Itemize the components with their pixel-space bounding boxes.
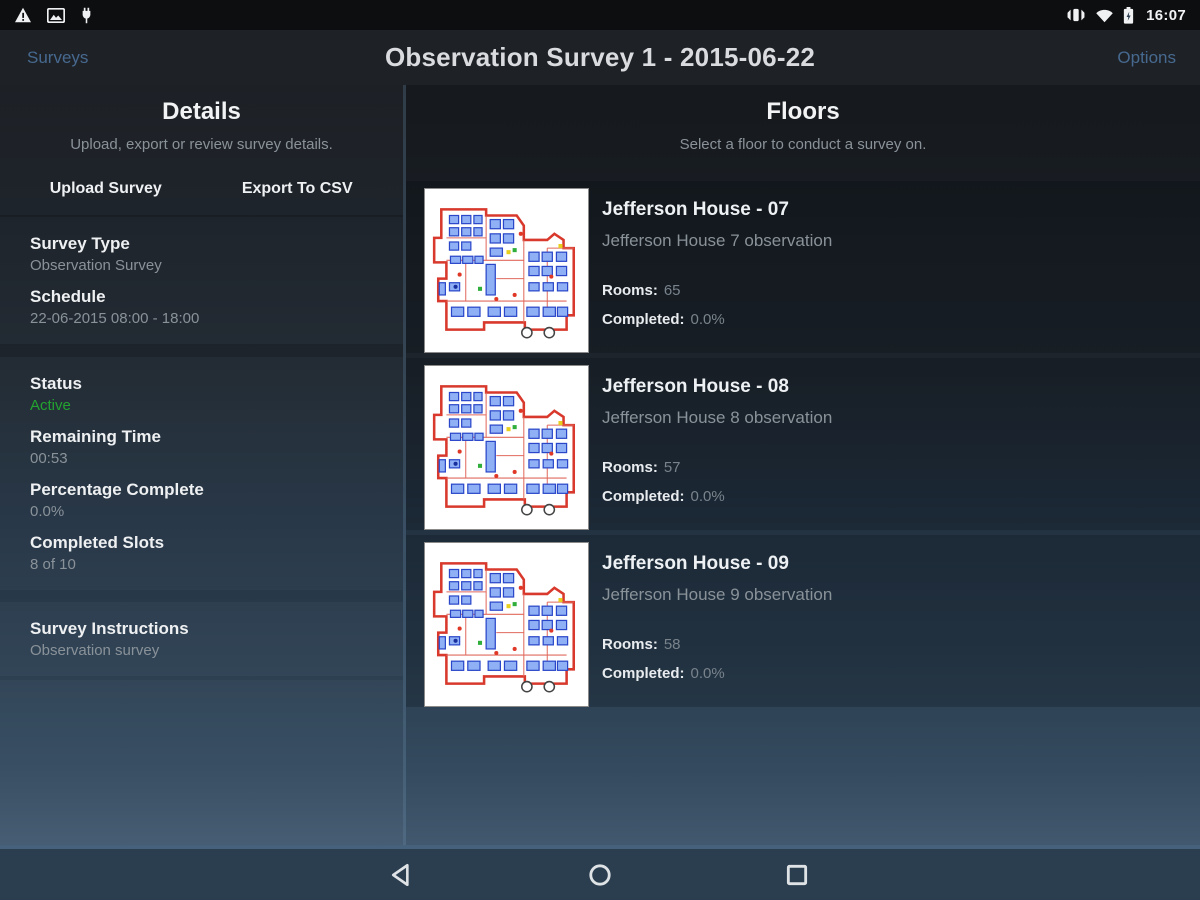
status-bar-system: 16:07 [1066, 6, 1186, 24]
details-button-row: Upload Survey Export To CSV [10, 180, 393, 198]
survey-instructions-section: Survey Instructions Observation survey [0, 602, 403, 676]
status-bar-notifications [14, 7, 93, 24]
android-nav-bar [0, 845, 1200, 900]
floor-completed-stat: Completed: 0.0% [602, 665, 832, 682]
survey-type-field: Survey Type Observation Survey [30, 232, 373, 276]
image-icon [47, 7, 65, 23]
floors-subtitle: Select a floor to conduct a survey on. [679, 136, 927, 153]
floors-panel: Floors Select a floor to conduct a surve… [406, 85, 1200, 845]
completed-label: Completed: [602, 311, 685, 328]
floor-list: Jefferson House - 07 Jefferson House 7 o… [406, 181, 1200, 712]
floor-row-jefferson-09[interactable]: Jefferson House - 09 Jefferson House 9 o… [406, 535, 1200, 707]
percentage-complete-field: Percentage Complete 0.0% [30, 478, 373, 522]
floor-title: Jefferson House - 08 [602, 376, 789, 397]
details-empty-section [0, 680, 403, 845]
page-title: Observation Survey 1 - 2015-06-22 [384, 42, 816, 72]
home-icon[interactable] [587, 862, 613, 888]
completed-slots-field: Completed Slots 8 of 10 [30, 531, 373, 575]
floor-subtitle: Jefferson House 9 observation [602, 585, 833, 604]
floorplan-thumbnail [424, 542, 589, 707]
back-icon[interactable] [390, 862, 416, 888]
completed-value: 0.0% [690, 311, 725, 328]
floor-row-text: Jefferson House - 07 Jefferson House 7 o… [602, 188, 832, 353]
percentage-complete-label: Percentage Complete [30, 480, 204, 499]
remaining-time-label: Remaining Time [30, 427, 161, 446]
completed-slots-value: 8 of 10 [30, 556, 76, 573]
completed-value: 0.0% [690, 665, 725, 682]
floor-title: Jefferson House - 07 [602, 199, 789, 220]
floor-rooms-stat: Rooms: 57 [602, 459, 832, 476]
survey-type-value: Observation Survey [30, 257, 162, 274]
surveys-back-link[interactable]: Surveys [27, 48, 88, 68]
floor-row-jefferson-08[interactable]: Jefferson House - 08 Jefferson House 8 o… [406, 358, 1200, 530]
details-title: Details [162, 98, 241, 125]
status-label: Status [30, 374, 82, 393]
export-to-csv-button[interactable]: Export To CSV [202, 180, 394, 198]
rooms-value: 65 [663, 282, 681, 299]
completed-label: Completed: [602, 665, 685, 682]
floor-row-text: Jefferson House - 08 Jefferson House 8 o… [602, 365, 832, 530]
status-value-badge: Active [30, 397, 71, 414]
upload-survey-button[interactable]: Upload Survey [10, 180, 202, 198]
percentage-complete-value: 0.0% [30, 503, 65, 520]
floor-completed-stat: Completed: 0.0% [602, 488, 832, 505]
rooms-label: Rooms: [602, 636, 658, 653]
rooms-label: Rooms: [602, 282, 658, 299]
status-bar-clock: 16:07 [1146, 6, 1186, 24]
survey-info-section: Survey Type Observation Survey Schedule … [0, 217, 403, 344]
wifi-icon [1095, 8, 1114, 23]
battery-charging-icon [1123, 6, 1134, 24]
rooms-label: Rooms: [602, 459, 658, 476]
plug-icon [80, 7, 93, 24]
app-header: Surveys Observation Survey 1 - 2015-06-2… [0, 30, 1200, 85]
remaining-time-field: Remaining Time 00:53 [30, 425, 373, 469]
schedule-field: Schedule 22-06-2015 08:00 - 18:00 [30, 285, 373, 329]
floor-subtitle: Jefferson House 8 observation [602, 408, 833, 427]
floor-subtitle: Jefferson House 7 observation [602, 231, 833, 250]
rooms-value: 58 [663, 636, 681, 653]
details-panel: Details Upload, export or review survey … [0, 85, 403, 845]
floors-title: Floors [766, 98, 840, 125]
floor-rooms-stat: Rooms: 58 [602, 636, 832, 653]
floor-row-text: Jefferson House - 09 Jefferson House 9 o… [602, 542, 832, 707]
options-link[interactable]: Options [1117, 48, 1176, 68]
floor-title: Jefferson House - 09 [602, 553, 789, 574]
app-screen: 16:07 Surveys Observation Survey 1 - 201… [0, 0, 1200, 900]
schedule-label: Schedule [30, 287, 106, 306]
survey-status-section: Status Active Remaining Time 00:53 Perce… [0, 357, 403, 590]
completed-label: Completed: [602, 488, 685, 505]
survey-instructions-label: Survey Instructions [30, 619, 189, 638]
completed-slots-label: Completed Slots [30, 533, 165, 552]
details-header-section: Details Upload, export or review survey … [0, 85, 403, 215]
status-field: Status Active [30, 372, 373, 416]
floorplan-thumbnail [424, 188, 589, 353]
details-subtitle: Upload, export or review survey details. [70, 136, 333, 153]
survey-type-label: Survey Type [30, 234, 130, 253]
floor-rooms-stat: Rooms: 65 [602, 282, 832, 299]
survey-instructions-value: Observation survey [30, 642, 160, 659]
android-status-bar: 16:07 [0, 0, 1200, 30]
survey-instructions-field: Survey Instructions Observation survey [30, 617, 373, 661]
schedule-value: 22-06-2015 08:00 - 18:00 [30, 310, 200, 327]
vibrate-icon [1066, 7, 1086, 23]
main-content: Details Upload, export or review survey … [0, 85, 1200, 845]
recents-icon[interactable] [784, 862, 810, 888]
warning-icon [14, 7, 32, 23]
rooms-value: 57 [663, 459, 681, 476]
floor-completed-stat: Completed: 0.0% [602, 311, 832, 328]
floorplan-thumbnail [424, 365, 589, 530]
nav-buttons [390, 862, 810, 888]
floor-row-jefferson-07[interactable]: Jefferson House - 07 Jefferson House 7 o… [406, 181, 1200, 353]
completed-value: 0.0% [690, 488, 725, 505]
remaining-time-value: 00:53 [30, 450, 68, 467]
